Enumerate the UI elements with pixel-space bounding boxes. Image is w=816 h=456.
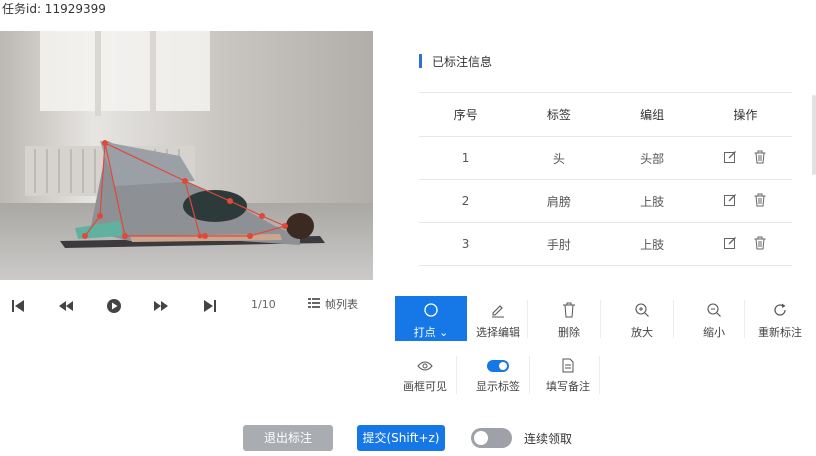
- edit-icon[interactable]: [723, 236, 737, 250]
- toolbar-divider: [529, 356, 530, 394]
- document-icon: [562, 358, 574, 376]
- panel-title: 已标注信息: [432, 55, 493, 69]
- next-frame-icon[interactable]: [151, 296, 171, 316]
- delete-button[interactable]: 删除: [533, 296, 605, 341]
- table-header-row: 序号 标签 编组 操作: [419, 92, 792, 137]
- list-icon: [308, 297, 320, 312]
- frame-visible-label: 画框可见: [403, 380, 447, 393]
- toolbar-divider: [527, 300, 528, 338]
- toolbar-divider: [600, 300, 601, 338]
- notes-label: 填写备注: [546, 380, 590, 393]
- frame-visible-button[interactable]: 画框可见: [395, 354, 455, 396]
- zoom-out-icon: [706, 302, 722, 321]
- row-label: 肩膀: [512, 179, 606, 223]
- refresh-icon: [772, 302, 788, 321]
- zoom-in-button[interactable]: 放大: [606, 296, 678, 341]
- row-group: 上肢: [605, 179, 699, 223]
- exit-annotation-button[interactable]: 退出标注: [243, 425, 333, 451]
- show-label-label: 显示标签: [476, 380, 520, 393]
- zoom-in-icon: [634, 302, 650, 321]
- first-frame-icon[interactable]: [8, 296, 28, 316]
- select-edit-label: 选择编辑: [476, 326, 520, 339]
- eye-icon: [417, 360, 433, 375]
- select-edit-button[interactable]: 选择编辑: [462, 296, 534, 341]
- pen-icon: [490, 302, 506, 321]
- row-label: 头: [512, 136, 606, 180]
- submit-button[interactable]: 提交(Shift+z): [357, 425, 445, 451]
- show-label-button[interactable]: 显示标签: [468, 354, 528, 396]
- row-actions: [698, 179, 792, 223]
- header-actions: 操作: [698, 92, 792, 137]
- toolbar-divider: [456, 356, 457, 394]
- zoom-out-button[interactable]: 缩小: [678, 296, 750, 341]
- trash-icon[interactable]: [753, 193, 767, 207]
- table-row[interactable]: 2 肩膀 上肢: [419, 179, 792, 223]
- point-tool-button[interactable]: 打点 ⌄: [395, 296, 467, 341]
- row-index: 3: [419, 222, 513, 266]
- toolbar-divider: [673, 300, 674, 338]
- header-index: 序号: [419, 92, 513, 137]
- trash-icon[interactable]: [753, 236, 767, 250]
- annotation-table: 序号 标签 编组 操作 1 头 头部 2 肩膀 上肢 3 手肘 上肢: [419, 92, 792, 266]
- row-actions: [698, 222, 792, 266]
- play-icon[interactable]: [104, 296, 124, 316]
- continuous-claim-label: 连续领取: [524, 432, 573, 446]
- row-label: 手肘: [512, 222, 606, 266]
- toggle-on-icon: [487, 359, 509, 375]
- frame-counter: 1/10: [251, 298, 276, 311]
- trash-icon[interactable]: [753, 150, 767, 164]
- notes-button[interactable]: 填写备注: [538, 354, 598, 396]
- header-group: 编组: [605, 92, 699, 137]
- table-scrollbar[interactable]: [812, 95, 816, 175]
- frame-list-button[interactable]: 帧列表: [308, 296, 358, 312]
- edit-icon[interactable]: [723, 193, 737, 207]
- zoom-in-label: 放大: [631, 326, 653, 339]
- table-row[interactable]: 3 手肘 上肢: [419, 222, 792, 266]
- circle-icon: [423, 302, 439, 321]
- header-label: 标签: [512, 92, 606, 137]
- zoom-out-label: 缩小: [703, 326, 725, 339]
- title-accent-bar: [419, 54, 422, 68]
- annotation-image[interactable]: [0, 31, 373, 280]
- toggle-knob: [474, 431, 488, 445]
- row-index: 1: [419, 136, 513, 180]
- row-group: 上肢: [605, 222, 699, 266]
- delete-label: 删除: [558, 326, 580, 339]
- previous-frame-icon[interactable]: [56, 296, 76, 316]
- relabel-button[interactable]: 重新标注: [744, 296, 816, 341]
- relabel-label: 重新标注: [758, 326, 802, 339]
- trash-icon: [562, 302, 576, 321]
- edit-icon[interactable]: [723, 150, 737, 164]
- row-index: 2: [419, 179, 513, 223]
- table-row[interactable]: 1 头 头部: [419, 136, 792, 180]
- last-frame-icon[interactable]: [200, 296, 220, 316]
- chevron-down-icon: ⌄: [439, 326, 449, 339]
- row-actions: [698, 136, 792, 180]
- row-group: 头部: [605, 136, 699, 180]
- toolbar-divider: [599, 356, 600, 394]
- task-id-label: 任务id: 11929399: [2, 2, 106, 16]
- point-tool-label: 打点: [413, 326, 436, 339]
- frame-list-label: 帧列表: [325, 298, 358, 311]
- continuous-claim-toggle[interactable]: [471, 428, 512, 448]
